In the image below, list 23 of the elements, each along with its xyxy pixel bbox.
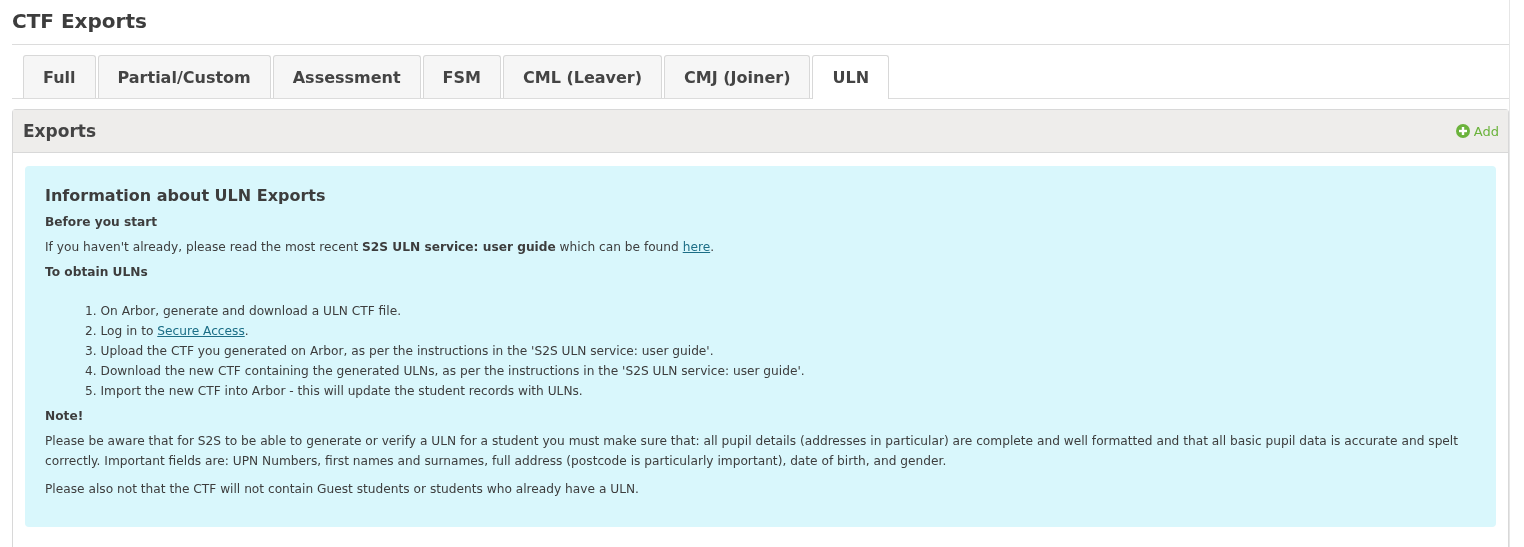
step-item: 3. Upload the CTF you generated on Arbor, as per the instructions in the 'S2S ULN service: user guide'. (85, 343, 715, 360)
section-heading: To obtain ULNs (45, 265, 149, 279)
tab[interactable]: FSM (422, 55, 501, 98)
tab[interactable]: ULN (812, 55, 889, 99)
section-heading: Note! (45, 409, 85, 423)
plus-circle-icon (1455, 124, 1470, 138)
intro-text: If you haven't already, please read the most recent S2S ULN service: user guide which can be found here. (45, 239, 716, 256)
tab[interactable]: Full (23, 55, 96, 98)
step-item: 4. Download the new CTF containing the generated ULNs, as per the instructions in the 'S2S ULN service: user guide'. (85, 363, 806, 380)
page-title: CTF Exports (12, 0, 1509, 45)
tab[interactable]: CMJ (Joiner) (664, 55, 811, 98)
tab[interactable]: Assessment (272, 55, 421, 98)
secure-access-link[interactable]: Secure Access (157, 324, 245, 338)
section-heading: Before you start (45, 215, 159, 229)
note-text: Please also not that the CTF will not contain Guest students or students who already have a ULN. (45, 481, 640, 498)
step-item: 2. Log in to Secure Access. (85, 323, 250, 340)
step-item: 1. On Arbor, generate and download a ULN CTF file. (85, 303, 403, 320)
step-item: 5. Import the new CTF into Arbor - this will update the student records with ULNs. (85, 383, 584, 400)
info-title: Information about ULN Exports (45, 186, 327, 205)
panel-title: Exports (23, 121, 97, 141)
note-text: Please be aware that for S2S to be able to generate or verify a ULN for a student you must make sure that: all pupil details (addresses in particular) are complete and well formatted and that all basic pupil data is accurate and spelt correctly. Important fields are: UPN Numbers, first names and surnames, full address (postcode is particularly important), date of birth, and gender. (45, 433, 1460, 470)
tab[interactable]: CML (Leaver) (503, 55, 663, 98)
tab[interactable]: Partial/Custom (97, 55, 271, 98)
